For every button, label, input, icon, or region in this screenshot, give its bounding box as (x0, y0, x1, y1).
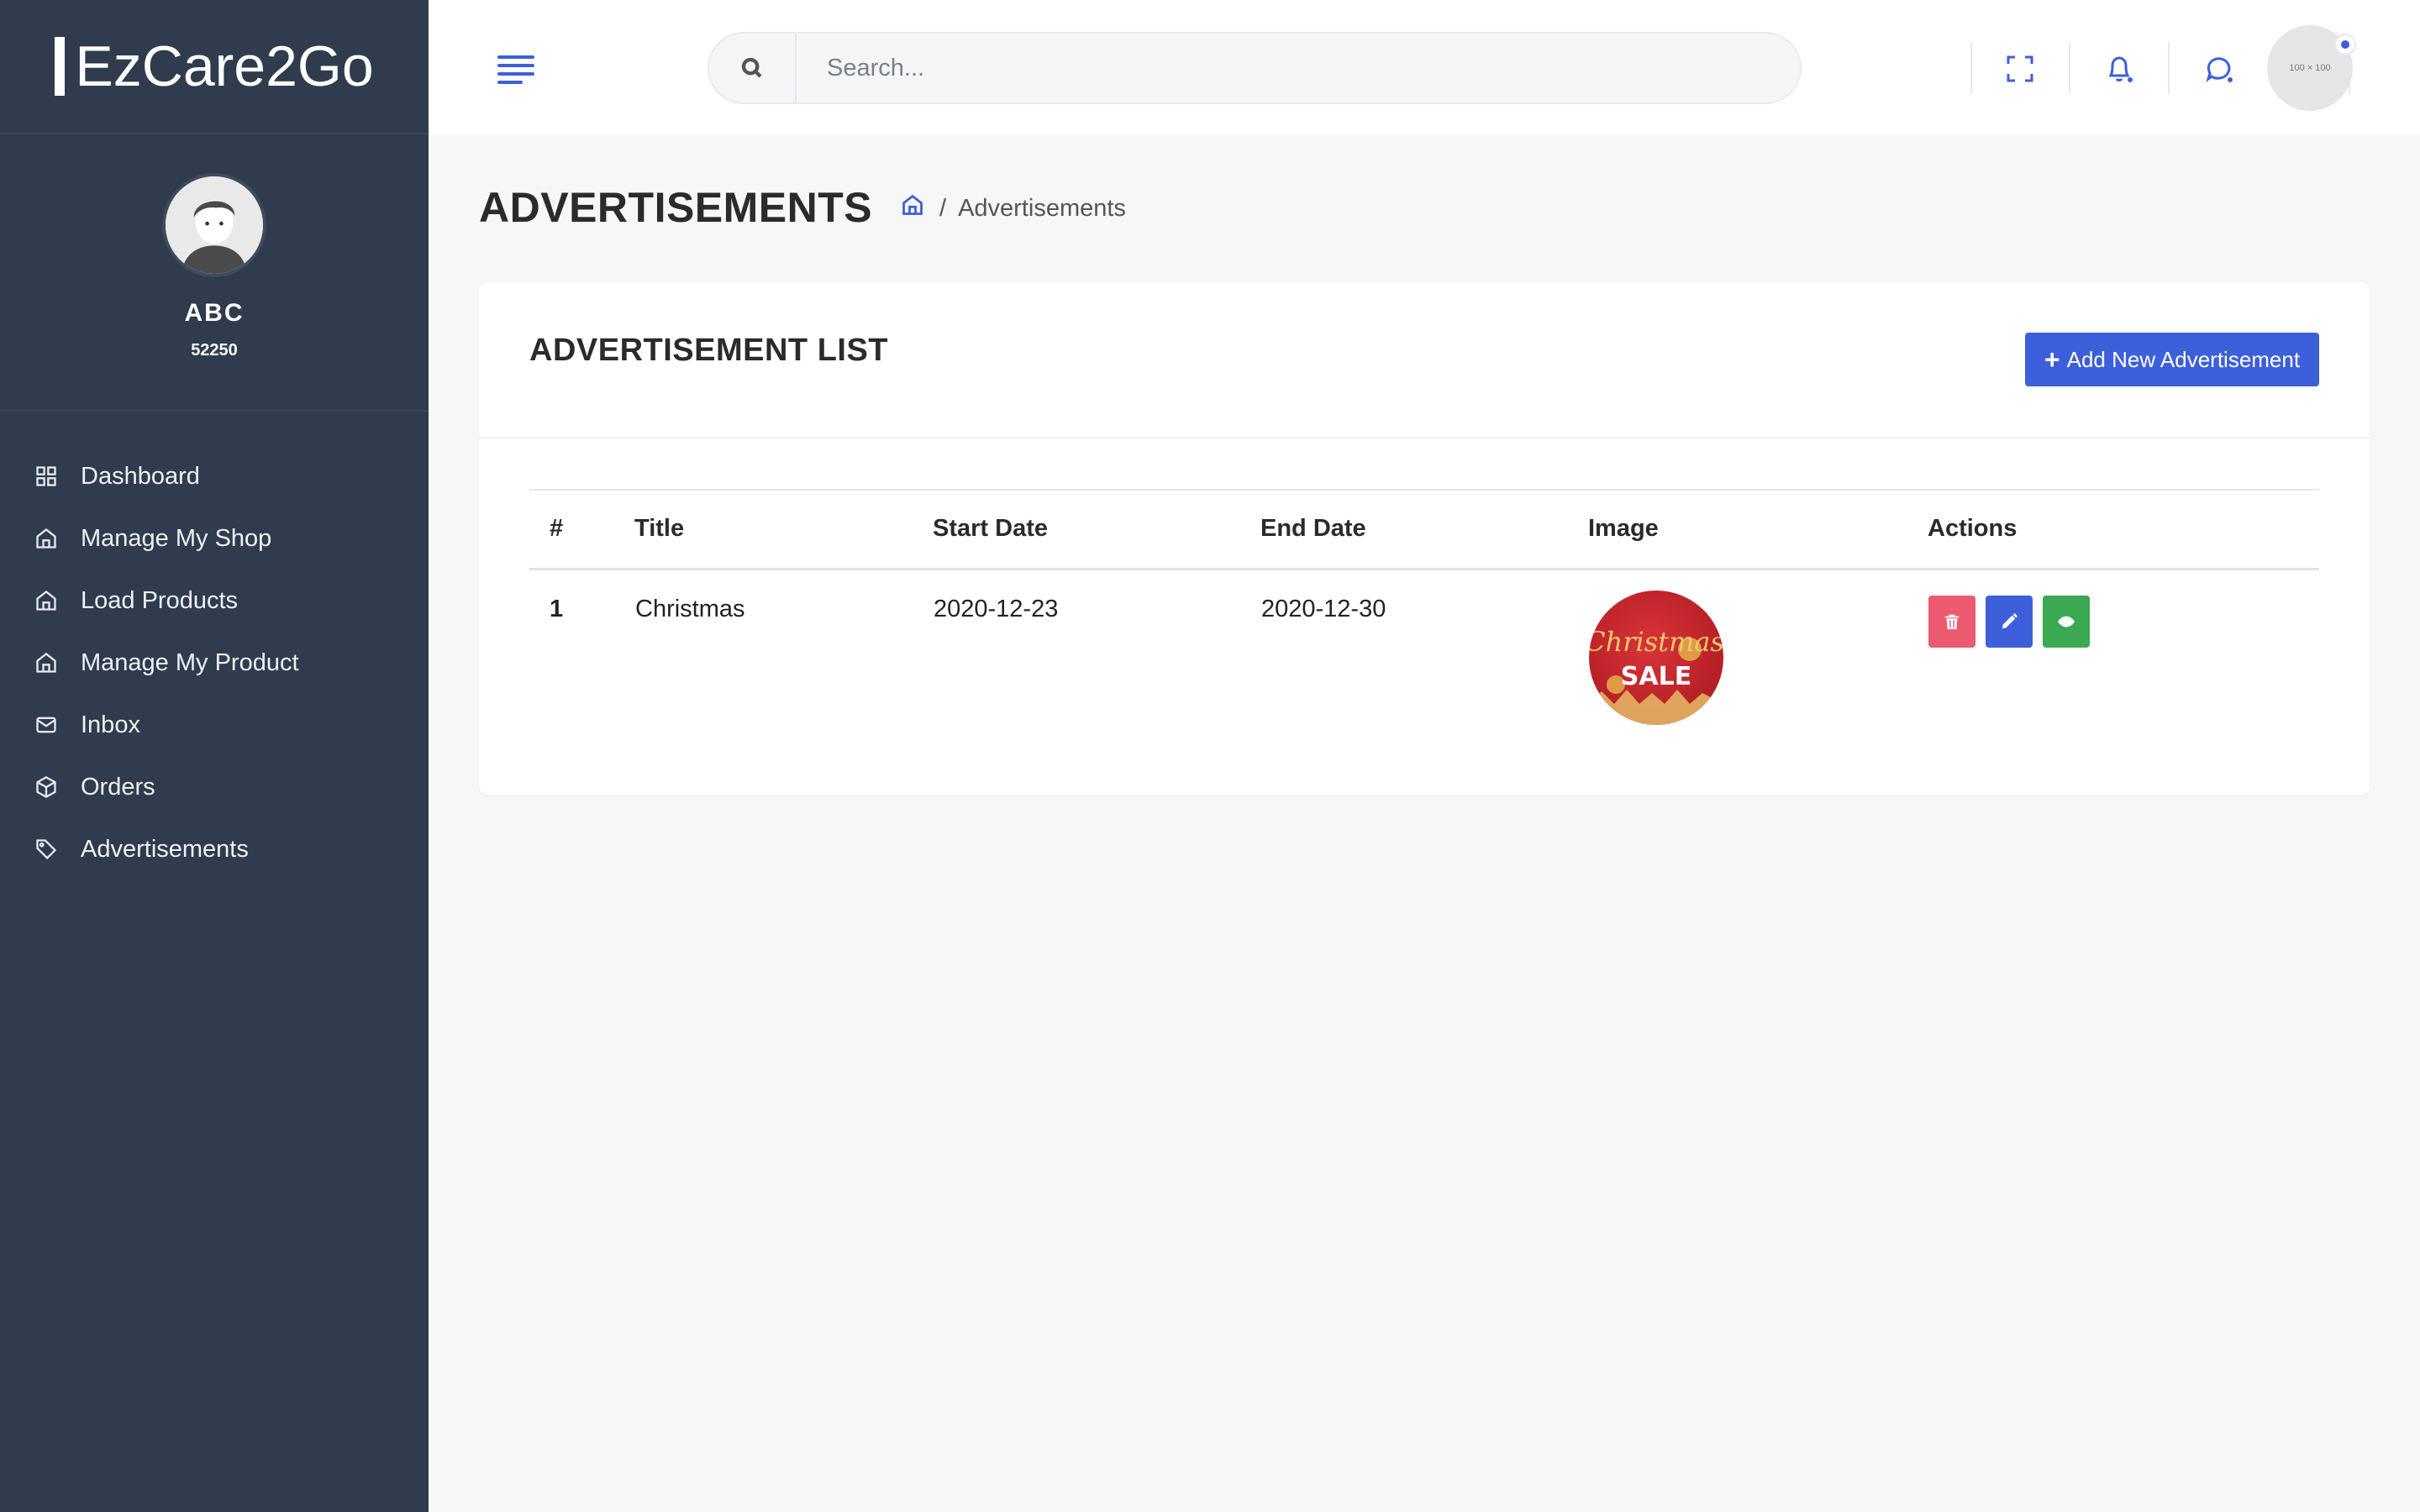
sidebar-item-label: Load Products (81, 586, 239, 614)
top-header: 100 × 100 (429, 0, 2420, 134)
avatar[interactable] (162, 173, 266, 277)
home-icon[interactable] (901, 193, 924, 223)
table-header-row: # Title Start Date End Date Image Action… (529, 490, 2319, 569)
user-profile: ABC 52250 (0, 134, 429, 412)
page-title: ADVERTISEMENTS (479, 184, 873, 231)
column-header-image: Image (1588, 515, 1659, 543)
search-input[interactable] (797, 53, 1721, 83)
row-start-date: 2020-12-23 (934, 595, 1059, 622)
chat-icon[interactable] (2202, 52, 2235, 86)
sidebar-item-advertisements[interactable]: Advertisements (0, 818, 429, 880)
search-icon[interactable] (709, 34, 797, 102)
sidebar-nav: Dashboard Manage My Shop Load Products M… (0, 412, 429, 880)
search-bar (708, 32, 1802, 104)
menu-line (497, 55, 534, 59)
header-divider (1970, 42, 1972, 94)
card-title: ADVERTISEMENT LIST (529, 333, 889, 368)
sidebar-item-manage-my-product[interactable]: Manage My Product (0, 632, 429, 694)
bell-icon[interactable] (2102, 52, 2136, 86)
sidebar-item-label: Manage My Shop (81, 524, 272, 552)
sidebar-item-inbox[interactable]: Inbox (0, 694, 429, 756)
menu-line (497, 81, 523, 84)
brand-logo[interactable]: EzCare2Go (0, 0, 429, 134)
trash-icon (1944, 614, 1960, 629)
profile-code: 52250 (191, 341, 238, 360)
delete-button[interactable] (1928, 595, 1975, 648)
fullscreen-icon[interactable] (2003, 52, 2037, 86)
grid-icon (34, 464, 59, 489)
column-header-title: Title (634, 515, 685, 543)
image-text-top: Christmas (1589, 626, 1723, 658)
brand-name: EzCare2Go (75, 34, 374, 98)
menu-line (497, 72, 534, 76)
profile-name: ABC (184, 299, 245, 327)
row-image-cell: Christmas SALE (1588, 569, 1928, 728)
sidebar-item-load-products[interactable]: Load Products (0, 570, 429, 632)
home-icon (34, 588, 59, 613)
sidebar-item-dashboard[interactable]: Dashboard (0, 445, 429, 507)
sidebar-item-label: Inbox (81, 711, 140, 738)
menu-toggle-button[interactable] (497, 55, 534, 84)
home-icon (34, 526, 59, 551)
advertisement-image[interactable]: Christmas SALE (1589, 590, 1723, 725)
menu-line (497, 64, 534, 67)
sidebar-item-label: Dashboard (81, 462, 200, 490)
add-button-label: Add New Advertisement (2066, 346, 2301, 372)
header-divider (2069, 42, 2070, 94)
box-icon (34, 774, 59, 800)
plus-icon: + (2044, 344, 2060, 375)
header-divider (2168, 42, 2170, 94)
tag-icon (34, 837, 59, 862)
breadcrumb-separator: / (939, 194, 947, 222)
column-header-start-date: Start Date (933, 515, 1048, 543)
sidebar-item-label: Manage My Product (81, 648, 299, 676)
home-icon (34, 650, 59, 675)
table-row: 1 Christmas 2020-12-23 2020-12-30 Christ… (529, 569, 2319, 728)
image-text-bottom: SALE (1621, 662, 1691, 691)
edit-button[interactable] (1986, 595, 2033, 648)
sidebar: EzCare2Go ABC 52250 Dashboard Manage My … (0, 0, 429, 1512)
brand-bar (55, 37, 66, 96)
mail-icon (34, 712, 59, 738)
sidebar-item-manage-my-shop[interactable]: Manage My Shop (0, 507, 429, 570)
row-number: 1 (550, 595, 564, 622)
online-status-indicator (2334, 34, 2356, 55)
action-buttons (1928, 595, 2318, 648)
card-header: ADVERTISEMENT LIST + Add New Advertiseme… (479, 282, 2370, 438)
sidebar-item-orders[interactable]: Orders (0, 756, 429, 818)
advertisement-list-card: ADVERTISEMENT LIST + Add New Advertiseme… (479, 282, 2370, 795)
row-title: Christmas (635, 595, 745, 622)
column-header-actions: Actions (1928, 515, 2018, 543)
column-header-number: # (550, 515, 564, 543)
pencil-icon (2002, 612, 2018, 628)
row-actions (1928, 569, 2319, 728)
sidebar-item-label: Orders (81, 773, 155, 801)
column-header-end-date: End Date (1260, 515, 1366, 543)
row-end-date: 2020-12-30 (1261, 595, 1386, 622)
eye-icon (2057, 616, 2075, 627)
breadcrumb-current: Advertisements (958, 194, 1126, 222)
user-avatar-icon (166, 176, 263, 274)
sidebar-item-label: Advertisements (81, 835, 249, 863)
breadcrumb: / Advertisements (901, 193, 1126, 223)
view-button[interactable] (2043, 595, 2090, 648)
add-new-advertisement-button[interactable]: + Add New Advertisement (2025, 333, 2319, 386)
advertisement-table: # Title Start Date End Date Image Action… (529, 489, 2319, 728)
